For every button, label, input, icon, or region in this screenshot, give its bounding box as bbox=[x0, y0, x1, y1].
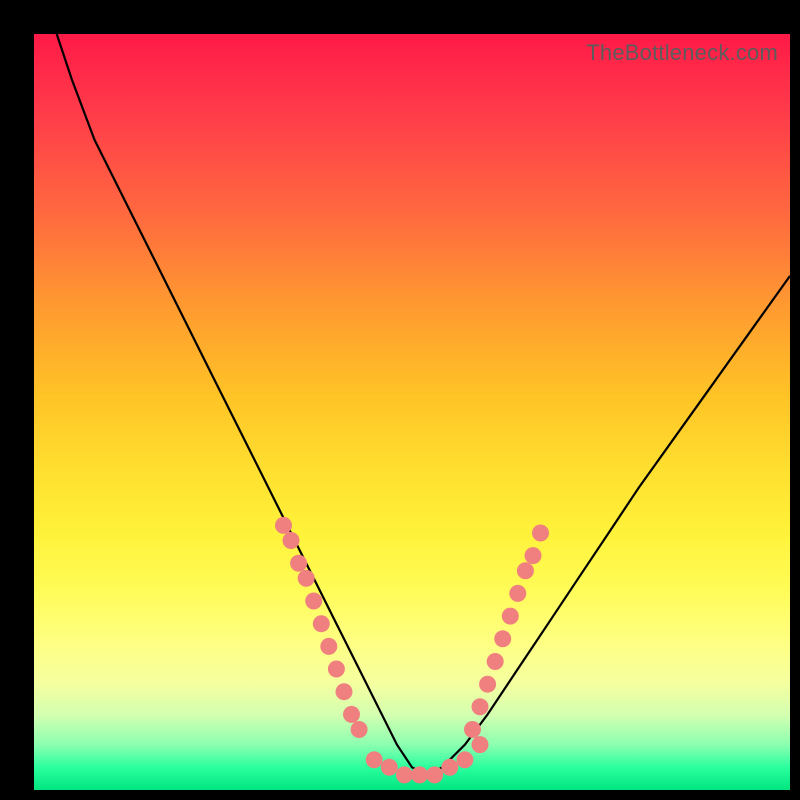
data-dot bbox=[320, 638, 337, 655]
data-dot bbox=[336, 683, 353, 700]
data-dot bbox=[487, 653, 504, 670]
plot-area: TheBottleneck.com bbox=[34, 34, 790, 790]
data-dot bbox=[313, 615, 330, 632]
data-dot bbox=[343, 706, 360, 723]
data-dot bbox=[381, 759, 398, 776]
data-dot bbox=[464, 721, 481, 738]
data-dot bbox=[366, 751, 383, 768]
data-dot bbox=[456, 751, 473, 768]
dot-layer bbox=[275, 517, 549, 784]
data-dot bbox=[426, 766, 443, 783]
data-dot bbox=[411, 766, 428, 783]
data-dot bbox=[441, 759, 458, 776]
data-dot bbox=[472, 736, 489, 753]
data-dot bbox=[328, 661, 345, 678]
data-dot bbox=[351, 721, 368, 738]
data-dot bbox=[298, 570, 315, 587]
chart-frame: TheBottleneck.com bbox=[0, 0, 800, 800]
data-dot bbox=[275, 517, 292, 534]
data-dot bbox=[509, 585, 526, 602]
data-dot bbox=[479, 676, 496, 693]
curve-path bbox=[57, 34, 790, 775]
data-dot bbox=[502, 608, 519, 625]
data-dot bbox=[290, 555, 307, 572]
data-dot bbox=[305, 593, 322, 610]
data-dot bbox=[283, 532, 300, 549]
data-dot bbox=[472, 698, 489, 715]
bottleneck-curve bbox=[34, 34, 790, 790]
data-dot bbox=[396, 766, 413, 783]
data-dot bbox=[525, 547, 542, 564]
data-dot bbox=[494, 630, 511, 647]
data-dot bbox=[532, 525, 549, 542]
data-dot bbox=[517, 562, 534, 579]
